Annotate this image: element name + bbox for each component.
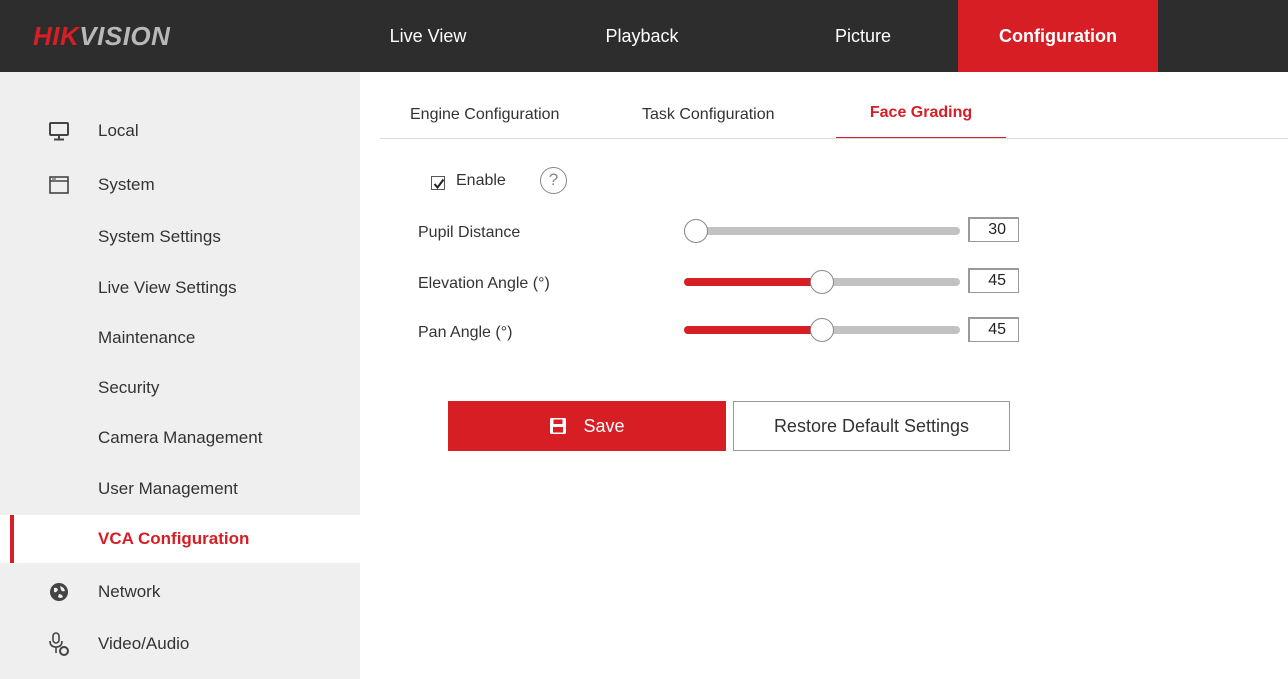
sidebar-item-label: Security — [98, 378, 160, 397]
question-circle-icon[interactable]: ? — [540, 167, 567, 194]
nav-picture[interactable]: Picture — [803, 0, 923, 72]
checkmark-icon — [433, 178, 445, 190]
sidebar-item-vca-configuration[interactable]: VCA Configuration — [0, 515, 360, 563]
elevation-angle-input[interactable]: 45 — [968, 268, 1019, 293]
globe-icon — [44, 577, 74, 607]
tabs-divider — [380, 138, 1288, 139]
pupil-distance-label: Pupil Distance — [418, 224, 521, 241]
enable-checkbox[interactable] — [431, 176, 445, 190]
slider-thumb[interactable] — [810, 270, 834, 294]
sidebar-item-label: VCA Configuration — [98, 529, 250, 548]
sidebar-item-camera-management[interactable]: Camera Management — [0, 414, 360, 462]
slider-track — [684, 227, 960, 235]
sidebar-item-live-view-settings[interactable]: Live View Settings — [0, 264, 360, 312]
sidebar-item-label: Camera Management — [98, 428, 263, 447]
sidebar-item-network[interactable]: Network — [0, 568, 360, 616]
pan-angle-input[interactable]: 45 — [968, 317, 1019, 342]
hikvision-logo: HIK VISION — [33, 20, 170, 52]
save-icon — [549, 417, 567, 435]
microphone-icon — [44, 629, 74, 659]
sidebar-item-label: Maintenance — [98, 328, 196, 347]
save-button[interactable]: Save — [448, 401, 726, 451]
sidebar-item-system-settings[interactable]: System Settings — [0, 213, 360, 261]
logo-part-vision: VISION — [79, 20, 171, 51]
sidebar: Local System System Settings Live View S… — [0, 72, 360, 679]
slider-thumb[interactable] — [810, 318, 834, 342]
tab-engine-configuration[interactable]: Engine Configuration — [410, 106, 559, 124]
sidebar-item-label: System Settings — [98, 227, 221, 246]
pan-angle-slider[interactable] — [684, 318, 960, 342]
restore-default-settings-button[interactable]: Restore Default Settings — [733, 401, 1010, 451]
restore-button-label: Restore Default Settings — [773, 415, 970, 436]
monitor-icon — [44, 116, 74, 146]
save-button-label: Save — [583, 415, 625, 436]
sidebar-item-label: System — [98, 175, 155, 194]
elevation-angle-slider[interactable] — [684, 270, 960, 294]
nav-live-view[interactable]: Live View — [368, 0, 488, 72]
tab-task-configuration[interactable]: Task Configuration — [642, 106, 775, 124]
slider-thumb[interactable] — [684, 219, 708, 243]
sidebar-item-system[interactable]: System — [0, 161, 360, 209]
nav-configuration[interactable]: Configuration — [958, 0, 1158, 72]
nav-playback[interactable]: Playback — [582, 0, 702, 72]
sidebar-item-maintenance[interactable]: Maintenance — [0, 314, 360, 362]
logo-part-hik: HIK — [33, 20, 80, 51]
slider-fill — [684, 326, 822, 334]
tab-face-grading[interactable]: Face Grading — [836, 104, 1006, 139]
sidebar-item-label: Video/Audio — [98, 634, 190, 653]
top-navigation-bar: HIK VISION Live View Playback Picture Con… — [0, 0, 1288, 72]
sidebar-item-label: Live View Settings — [98, 278, 237, 297]
pupil-distance-input[interactable]: 30 — [968, 217, 1019, 242]
sidebar-item-video-audio[interactable]: Video/Audio — [0, 620, 360, 668]
sidebar-item-label: Local — [98, 121, 139, 140]
window-icon — [44, 170, 74, 200]
pan-angle-label: Pan Angle (°) — [418, 324, 513, 341]
sidebar-item-label: Network — [98, 582, 161, 601]
sidebar-item-label: User Management — [98, 479, 238, 498]
sidebar-item-security[interactable]: Security — [0, 364, 360, 412]
config-tabs: Engine Configuration Task Configuration … — [360, 72, 1288, 140]
sidebar-item-user-management[interactable]: User Management — [0, 465, 360, 513]
enable-label: Enable — [456, 172, 506, 189]
sidebar-item-local[interactable]: Local — [0, 107, 360, 155]
pupil-distance-slider[interactable] — [684, 219, 960, 243]
slider-fill — [684, 278, 822, 286]
elevation-angle-label: Elevation Angle (°) — [418, 275, 550, 292]
